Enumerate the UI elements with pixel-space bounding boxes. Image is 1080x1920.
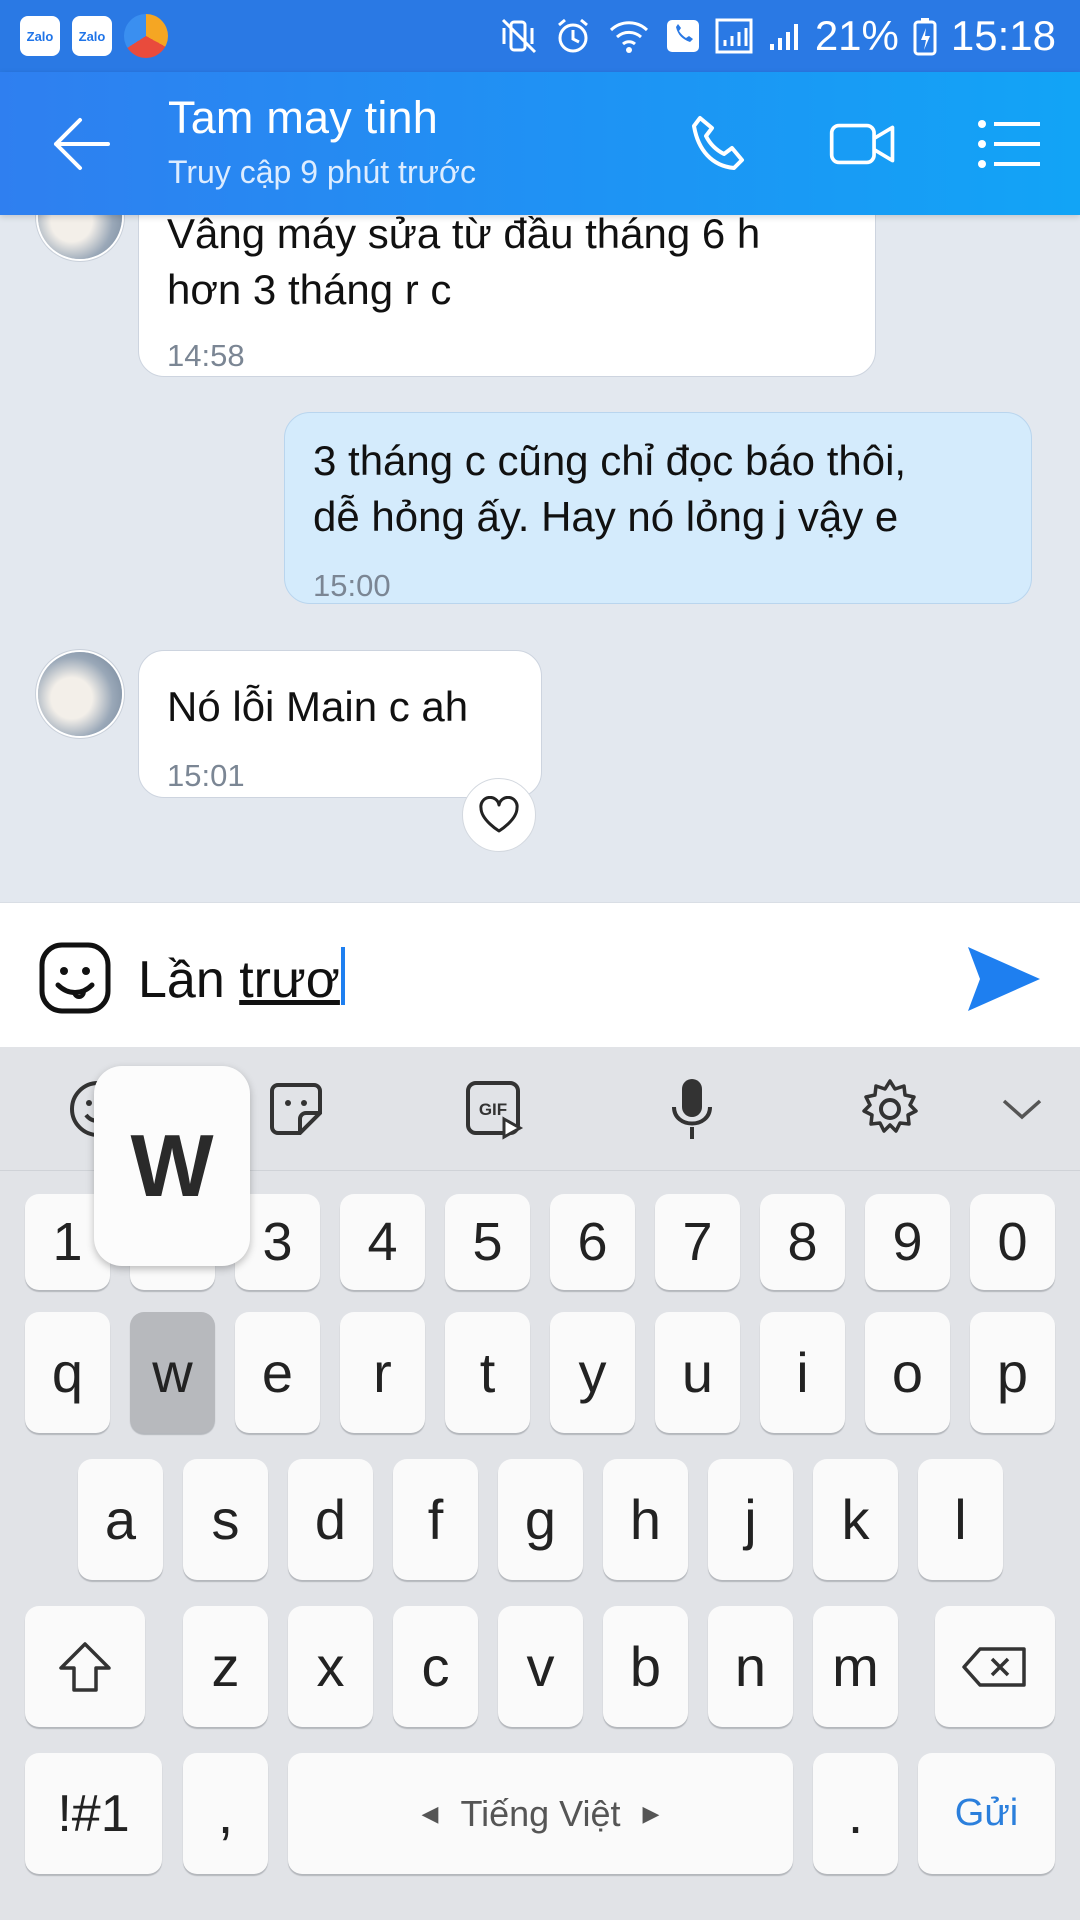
my-message-bubble[interactable]: 3 tháng c cũng chỉ đọc báo thôi, dễ hỏng… [284, 412, 1032, 604]
text-caret [340, 947, 345, 1005]
key-preview-popup: W [94, 1066, 250, 1266]
input-text-committed: Lần [138, 951, 240, 1009]
key-k[interactable]: k [813, 1459, 898, 1580]
message-text: 3 tháng c cũng chỉ đọc báo thôi, [313, 437, 907, 484]
react-heart-button[interactable] [462, 778, 536, 852]
message-text: Nó lỗi Main c ah [167, 683, 469, 730]
key-a[interactable]: a [78, 1459, 163, 1580]
comma-key[interactable]: , [183, 1753, 268, 1874]
message-list[interactable]: Vâng máy sửa từ đầu tháng 6 h hơn 3 thán… [0, 215, 1080, 902]
clock: 15:18 [950, 12, 1056, 59]
battery-icon [913, 18, 937, 56]
wifi-icon [609, 21, 648, 53]
message-text: hơn 3 tháng r c [167, 266, 452, 313]
avatar[interactable] [36, 215, 124, 261]
key-s[interactable]: s [183, 1459, 268, 1580]
zalo-notification-icon: Zalo [20, 16, 60, 56]
sticker-emoji-icon[interactable] [38, 941, 112, 1015]
send-key[interactable]: Gửi [918, 1753, 1055, 1874]
phone-icon[interactable] [686, 112, 756, 176]
browser-notification-icon [124, 14, 168, 58]
heart-icon [479, 796, 519, 833]
back-arrow-icon[interactable] [52, 116, 112, 172]
send-icon[interactable] [964, 943, 1042, 1015]
alarm-icon [557, 18, 588, 53]
gif-icon[interactable]: GIF [462, 1077, 526, 1141]
key-c[interactable]: c [393, 1606, 478, 1727]
key-g[interactable]: g [498, 1459, 583, 1580]
last-seen-status: Truy cập 9 phút trước [168, 154, 476, 190]
key-d[interactable]: d [288, 1459, 373, 1580]
key-i[interactable]: i [760, 1312, 845, 1433]
key-0[interactable]: 0 [970, 1194, 1055, 1290]
backspace-icon [962, 1646, 1026, 1687]
key-p[interactable]: p [970, 1312, 1055, 1433]
language-label: Tiếng Việt [460, 1792, 621, 1834]
vibrate-icon [501, 18, 536, 54]
space-key[interactable]: ◀ Tiếng Việt ▶ [288, 1753, 793, 1874]
message-text: Vâng máy sửa từ đầu tháng 6 h [167, 215, 761, 257]
settings-gear-icon[interactable] [858, 1077, 922, 1141]
battery-percent: 21% [814, 12, 899, 59]
key-f[interactable]: f [393, 1459, 478, 1580]
key-z[interactable]: z [183, 1606, 268, 1727]
key-o[interactable]: o [865, 1312, 950, 1433]
key-t[interactable]: t [445, 1312, 530, 1433]
key-b[interactable]: b [603, 1606, 688, 1727]
contact-name[interactable]: Tam may tinh [168, 92, 438, 144]
key-q[interactable]: q [25, 1312, 110, 1433]
backspace-key[interactable] [935, 1606, 1055, 1727]
key-x[interactable]: x [288, 1606, 373, 1727]
key-n[interactable]: n [708, 1606, 793, 1727]
zalo-notification-icon: Zalo [72, 16, 112, 56]
key-y[interactable]: y [550, 1312, 635, 1433]
shift-arrow-icon [59, 1641, 111, 1692]
key-j[interactable]: j [708, 1459, 793, 1580]
message-time: 15:00 [313, 568, 391, 603]
chevron-down-icon[interactable] [990, 1077, 1054, 1141]
key-8[interactable]: 8 [760, 1194, 845, 1290]
key-e[interactable]: e [235, 1312, 320, 1433]
key-4[interactable]: 4 [340, 1194, 425, 1290]
message-input[interactable]: Lần trươ [138, 947, 345, 1010]
key-m[interactable]: m [813, 1606, 898, 1727]
chevron-left-icon: ◀ [421, 1800, 439, 1826]
key-7[interactable]: 7 [655, 1194, 740, 1290]
svg-text:GIF: GIF [479, 1100, 507, 1119]
status-bar: Zalo Zalo 21% 15:18 [0, 0, 1080, 72]
chat-header: Tam may tinh Truy cập 9 phút trước [0, 72, 1080, 215]
signal-icon [715, 18, 753, 54]
symbols-key[interactable]: !#1 [25, 1753, 162, 1874]
key-9[interactable]: 9 [865, 1194, 950, 1290]
microphone-icon[interactable] [660, 1077, 724, 1141]
sticker-icon[interactable] [264, 1077, 328, 1141]
message-text: dễ hỏng ấy. Hay nó lỏng j vậy e [313, 493, 899, 540]
chevron-right-icon: ▶ [642, 1800, 660, 1826]
signal-icon-2 [769, 24, 798, 50]
key-w[interactable]: w [130, 1312, 215, 1433]
key-h[interactable]: h [603, 1459, 688, 1580]
period-key[interactable]: . [813, 1753, 898, 1874]
key-5[interactable]: 5 [445, 1194, 530, 1290]
key-v[interactable]: v [498, 1606, 583, 1727]
key-6[interactable]: 6 [550, 1194, 635, 1290]
message-bubble[interactable]: Vâng máy sửa từ đầu tháng 6 h hơn 3 thán… [138, 215, 876, 377]
call-icon [666, 20, 699, 52]
input-text-composing: trươ [239, 951, 340, 1009]
key-u[interactable]: u [655, 1312, 740, 1433]
video-call-icon[interactable] [828, 112, 898, 176]
message-bubble[interactable]: Nó lỗi Main c ah 15:01 [138, 650, 542, 798]
message-composer: Lần trươ [0, 902, 1080, 1049]
menu-list-icon[interactable] [974, 112, 1044, 176]
key-l[interactable]: l [918, 1459, 1003, 1580]
key-r[interactable]: r [340, 1312, 425, 1433]
avatar[interactable] [36, 650, 124, 738]
shift-key[interactable] [25, 1606, 145, 1727]
message-time: 14:58 [167, 338, 245, 373]
message-time: 15:01 [167, 758, 245, 793]
